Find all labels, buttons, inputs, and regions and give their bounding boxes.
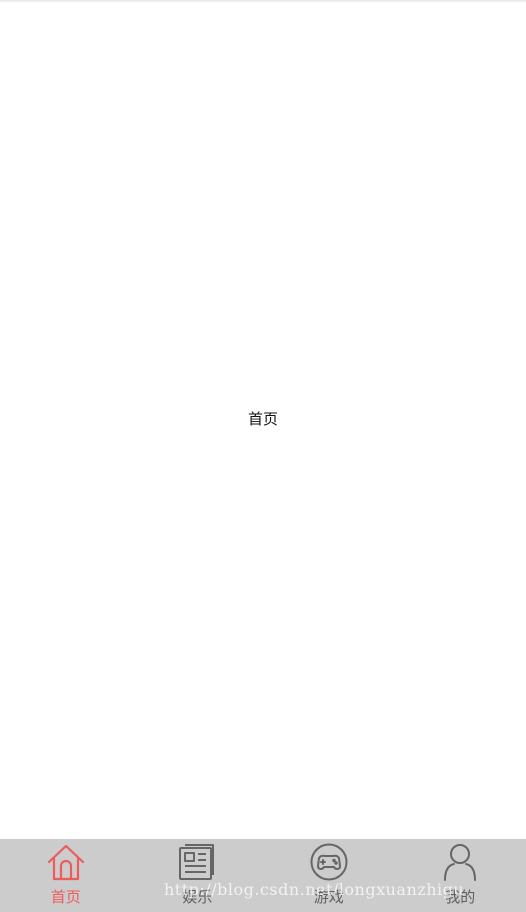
tab-entertainment-label: 娱乐 bbox=[182, 888, 213, 906]
person-icon bbox=[440, 842, 480, 882]
tab-home[interactable]: 首页 bbox=[0, 839, 132, 912]
page-label: 首页 bbox=[247, 410, 278, 428]
tab-games[interactable]: 游戏 bbox=[263, 839, 395, 912]
tab-home-label: 首页 bbox=[50, 888, 81, 906]
news-icon bbox=[177, 842, 217, 882]
app-screen: 首页 首页 娱乐 游戏 我的 http://blog.csdn.net/long… bbox=[0, 0, 526, 912]
tab-mine[interactable]: 我的 bbox=[395, 839, 526, 912]
home-icon bbox=[46, 842, 86, 882]
tab-entertainment[interactable]: 娱乐 bbox=[132, 839, 264, 912]
tab-mine-label: 我的 bbox=[445, 888, 476, 906]
home-content: 首页 bbox=[0, 0, 526, 839]
tab-games-label: 游戏 bbox=[313, 888, 344, 906]
bottom-tab-bar: 首页 娱乐 游戏 我的 bbox=[0, 839, 526, 912]
gamepad-icon bbox=[309, 842, 349, 882]
